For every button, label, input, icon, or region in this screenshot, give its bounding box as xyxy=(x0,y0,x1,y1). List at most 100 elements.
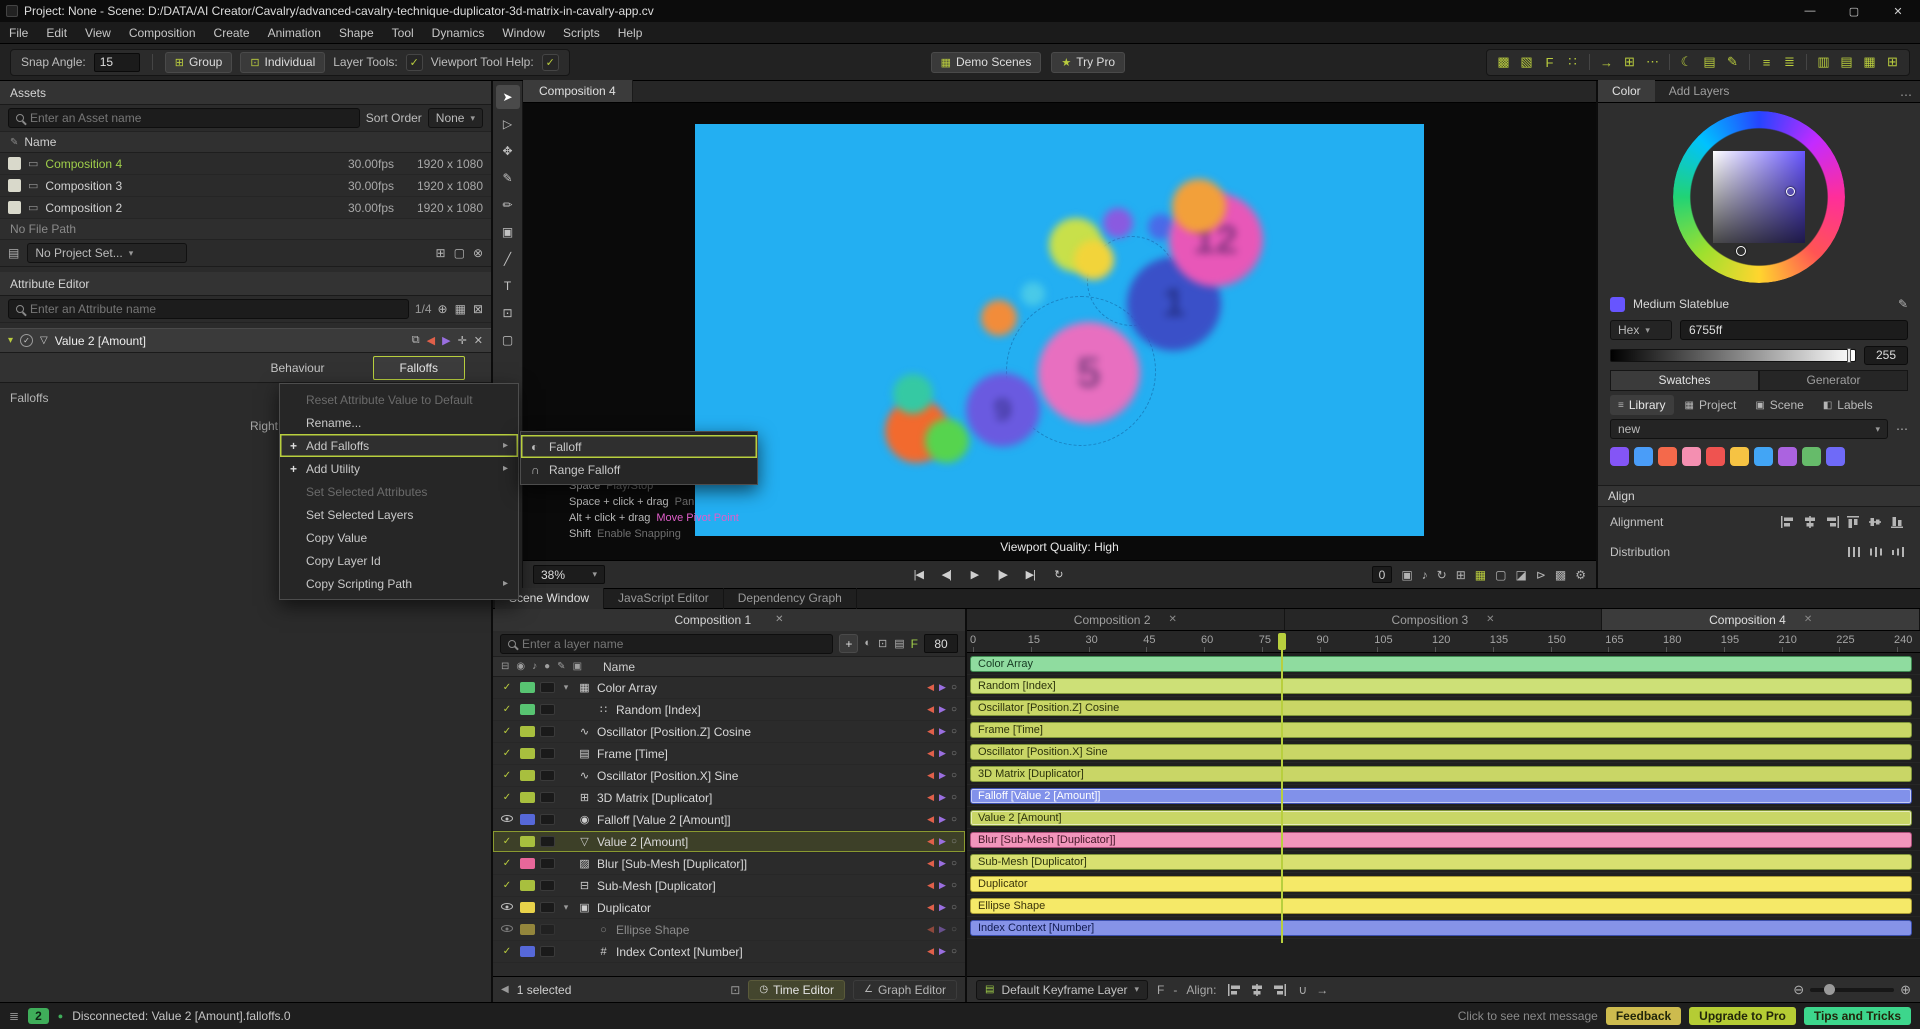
individual-button[interactable]: ⊡ Individual xyxy=(240,51,326,73)
asset-row[interactable]: ▭ Composition 4 30.00fps 1920 x 1080 xyxy=(0,153,491,175)
timeline-bar[interactable]: Ellipse Shape xyxy=(970,898,1912,914)
hue-picker-dot[interactable] xyxy=(1736,246,1746,256)
color-swatch[interactable] xyxy=(1706,446,1725,466)
transform-tool[interactable]: ⊡ xyxy=(496,301,520,325)
direct-select-tool[interactable]: ▷ xyxy=(496,112,520,136)
tab-composition-3[interactable]: Composition 3 ✕ xyxy=(1285,609,1603,630)
lib-tab-library[interactable]: ≡ Library xyxy=(1610,395,1674,415)
color-swatch[interactable] xyxy=(1610,446,1629,466)
timeline-bar[interactable]: Color Array xyxy=(970,656,1912,672)
tab-composition-1[interactable]: Composition 1 ✕ xyxy=(493,608,965,631)
table-icon[interactable]: ⊞ xyxy=(1882,52,1903,73)
align-rows-icon[interactable]: ≡ xyxy=(1756,52,1777,73)
shape-tool[interactable]: ▢ xyxy=(496,328,520,352)
minimize-button[interactable]: — xyxy=(1788,0,1832,22)
prev-keyframe-icon[interactable]: ◀ xyxy=(427,334,435,347)
tab-composition-2[interactable]: Composition 2 ✕ xyxy=(967,609,1285,630)
enabled-toggle-icon[interactable]: ✓ xyxy=(20,334,34,347)
next-keyframe-icon[interactable]: ▶ xyxy=(939,726,946,737)
close-icon[interactable]: ✕ xyxy=(1804,614,1812,625)
prev-keyframe-icon[interactable]: ◀ xyxy=(927,880,934,891)
timeline-bar[interactable]: Oscillator [Position.Z] Cosine xyxy=(970,700,1912,716)
layer-color-chip[interactable] xyxy=(520,924,535,935)
align-middle-vertical-icon[interactable] xyxy=(1866,513,1886,531)
feedback-button[interactable]: Feedback xyxy=(1605,1007,1682,1025)
color-swatch[interactable] xyxy=(1778,446,1797,466)
align-left-icon[interactable] xyxy=(1225,981,1245,999)
distribute-right-icon[interactable] xyxy=(1888,543,1908,561)
project-select[interactable]: No Project Set... ▾ xyxy=(27,243,188,263)
keyframe-layer-select[interactable]: ▤ Default Keyframe Layer ▾ xyxy=(976,979,1149,1000)
keyframe-circle-icon[interactable]: ○ xyxy=(951,704,957,715)
distribute-left-icon[interactable] xyxy=(1844,543,1864,561)
solo-toggle[interactable] xyxy=(540,924,555,935)
card-icon[interactable]: ▤ xyxy=(1699,52,1720,73)
layer-color-chip[interactable] xyxy=(520,726,535,737)
keyframe-circle-icon[interactable]: ○ xyxy=(951,792,957,803)
zoom-out-icon[interactable]: ⊖ xyxy=(1793,982,1804,998)
close-icon[interactable]: ✕ xyxy=(1486,614,1494,625)
next-keyframe-icon[interactable]: ▶ xyxy=(939,748,946,759)
zoom-select[interactable]: 38% ▾ xyxy=(533,565,605,584)
close-icon[interactable]: ✕ xyxy=(474,334,483,347)
tab-color[interactable]: Color xyxy=(1598,80,1655,102)
keyframe-circle-icon[interactable]: ○ xyxy=(951,924,957,935)
align-left-icon[interactable] xyxy=(1778,513,1798,531)
enabled-toggle-icon[interactable]: ✓ xyxy=(499,770,515,781)
menu-edit[interactable]: Edit xyxy=(37,22,76,44)
go-to-end-button[interactable]: ▶| xyxy=(1020,565,1040,585)
context-menu-item[interactable]: Copy Layer Id xyxy=(280,549,518,572)
solo-toggle[interactable] xyxy=(540,748,555,759)
refresh-icon[interactable]: ↻ xyxy=(1437,568,1447,582)
snap-icon[interactable]: ∪ xyxy=(1298,983,1307,997)
next-keyframe-icon[interactable]: ▶ xyxy=(939,836,946,847)
next-keyframe-icon[interactable]: ▶ xyxy=(939,924,946,935)
layer-color-chip[interactable] xyxy=(520,880,535,891)
tips-tricks-button[interactable]: Tips and Tricks xyxy=(1803,1007,1911,1025)
visibility-toggle-icon[interactable] xyxy=(499,902,515,913)
timeline-bar[interactable]: Oscillator [Position.X] Sine xyxy=(970,744,1912,760)
prev-keyframe-icon[interactable]: ◀ xyxy=(927,704,934,715)
expander-icon[interactable]: ▾ xyxy=(560,902,572,913)
add-grid-icon[interactable]: ⊞ xyxy=(1619,52,1640,73)
alpha-slider[interactable] xyxy=(1610,347,1856,363)
keyframe-circle-icon[interactable]: ○ xyxy=(951,682,957,693)
menu-create[interactable]: Create xyxy=(205,22,259,44)
context-menu-item[interactable]: Copy Value xyxy=(280,526,518,549)
close-icon[interactable]: ✕ xyxy=(1169,614,1177,625)
color-mode-select[interactable]: Hex ▾ xyxy=(1610,320,1672,340)
checkerboard-icon[interactable]: ▩ xyxy=(1555,568,1566,582)
enabled-toggle-icon[interactable]: ✓ xyxy=(499,946,515,957)
keyframe-circle-icon[interactable]: ○ xyxy=(951,814,957,825)
color-swatch[interactable] xyxy=(1826,446,1845,466)
keyframe-circle-icon[interactable]: ○ xyxy=(951,748,957,759)
context-submenu-item[interactable]: ◐ Falloff xyxy=(521,435,757,458)
graph-editor-tab[interactable]: ∠ Graph Editor xyxy=(852,979,957,1000)
layer-color-chip[interactable] xyxy=(520,902,535,913)
viewport-stage[interactable]: 9 5 1 12 Space Play/Stop Space + click + drag… xyxy=(523,103,1596,560)
solo-toggle[interactable] xyxy=(540,946,555,957)
attribute-search[interactable] xyxy=(8,299,409,319)
layer-row[interactable]: ▾ ▣ Duplicator ◀ ▶ ○ xyxy=(493,897,965,919)
jump-icon[interactable]: → xyxy=(1316,983,1328,997)
close-icon[interactable]: ✕ xyxy=(775,614,783,625)
dock-icon[interactable]: ⊡ xyxy=(730,983,740,997)
solo-toggle[interactable] xyxy=(540,682,555,693)
tab-generator[interactable]: Generator xyxy=(1759,369,1908,391)
layer-row[interactable]: ✓ ▨ Blur [Sub-Mesh [Duplicator]] ◀ ▶ ○ xyxy=(493,853,965,875)
scatter-dots-icon[interactable]: ∷ xyxy=(1562,52,1583,73)
sort-order-select[interactable]: None ▾ xyxy=(427,108,483,128)
layer-color-chip[interactable] xyxy=(520,792,535,803)
group-button[interactable]: ⊞ Group xyxy=(164,51,233,73)
message-count-badge[interactable]: 2 xyxy=(28,1008,49,1024)
upgrade-pro-button[interactable]: Upgrade to Pro xyxy=(1689,1007,1796,1025)
step-back-button[interactable]: ◀| xyxy=(936,565,956,585)
isolate-icon[interactable]: ⊡ xyxy=(878,637,887,650)
enabled-toggle-icon[interactable]: ✓ xyxy=(499,858,515,869)
enabled-toggle-icon[interactable]: ✓ xyxy=(499,836,515,847)
layer-row[interactable]: ✓ ▤ Frame [Time] ◀ ▶ ○ xyxy=(493,743,965,765)
layer-row[interactable]: ✓ ∿ Oscillator [Position.Z] Cosine ◀ ▶ ○ xyxy=(493,721,965,743)
keyframe-circle-icon[interactable]: ○ xyxy=(951,946,957,957)
context-menu-item[interactable]: + Add Utility ▸ xyxy=(280,457,518,480)
timeline-bar[interactable]: Index Context [Number] xyxy=(970,920,1912,936)
